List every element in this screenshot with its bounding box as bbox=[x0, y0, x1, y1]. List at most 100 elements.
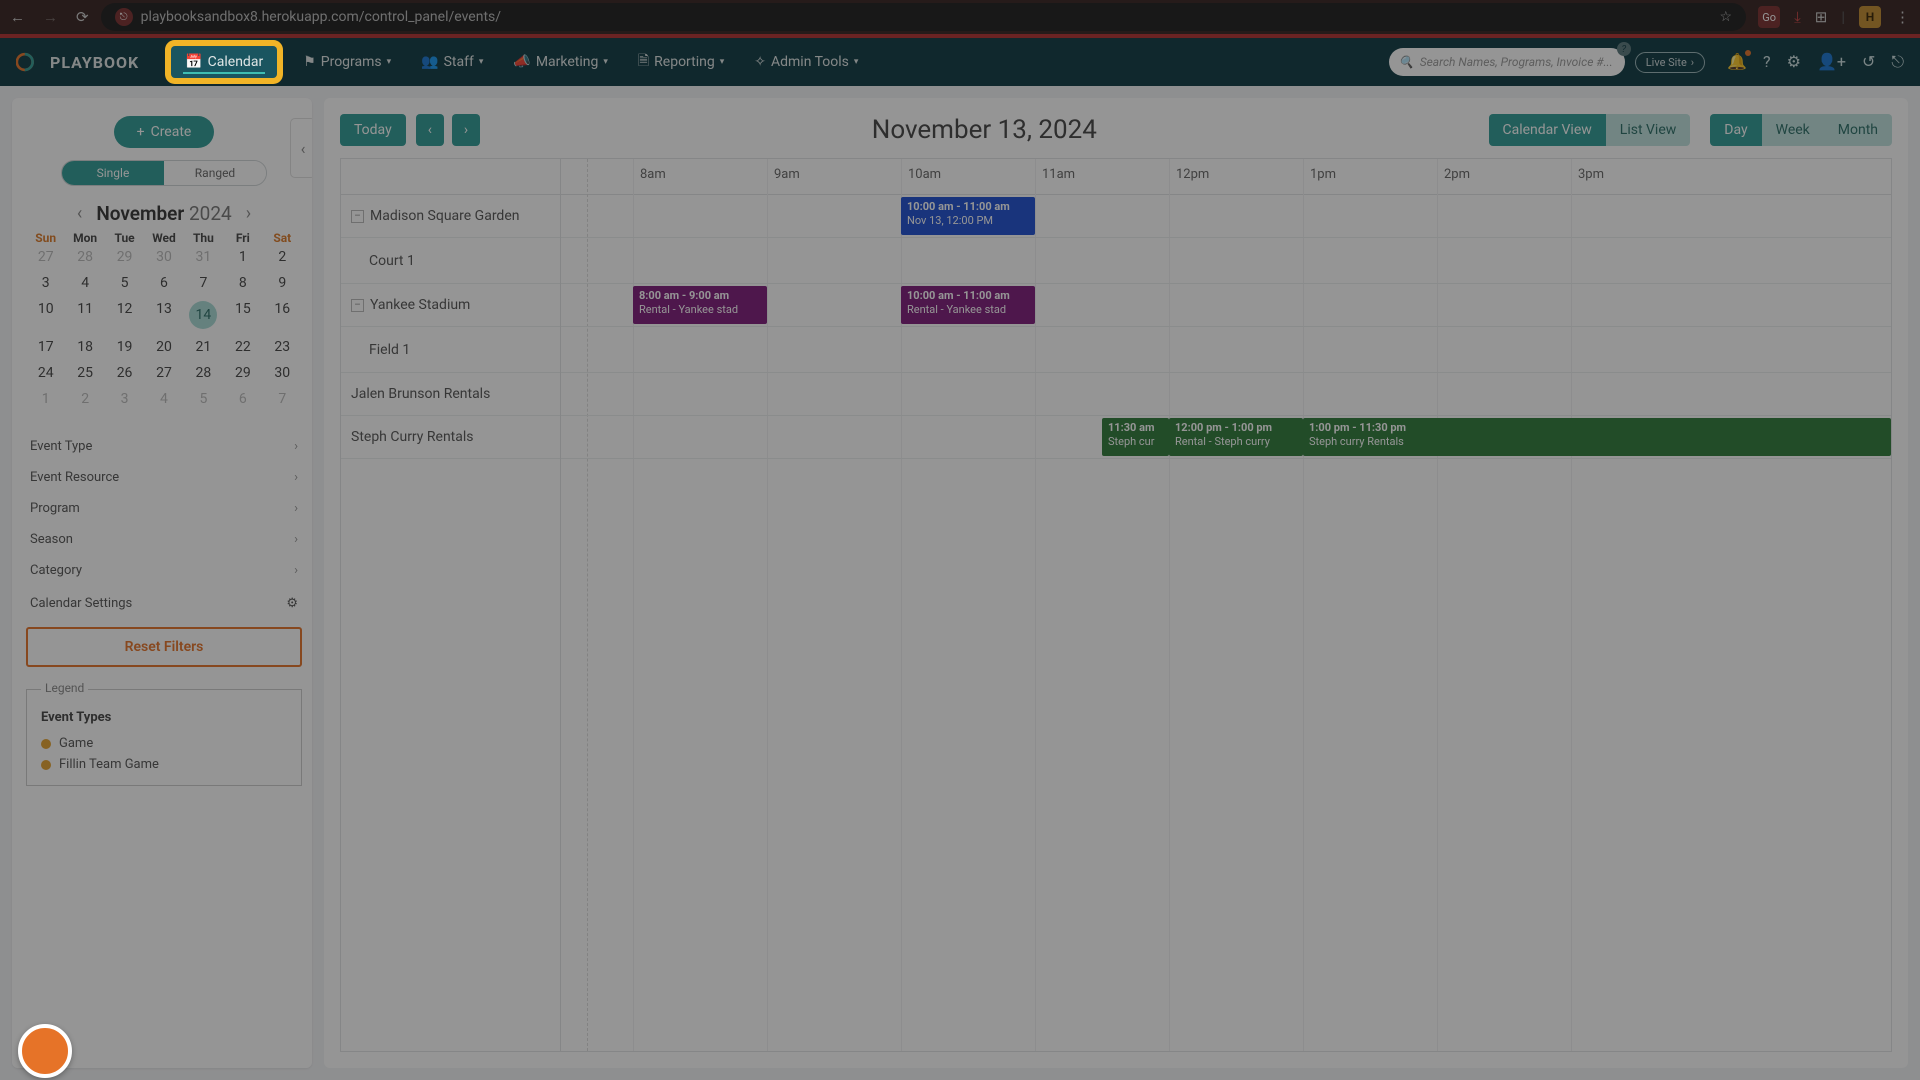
resource-row[interactable]: Steph Curry Rentals bbox=[341, 416, 560, 459]
calendar-event[interactable]: 8:00 am - 9:00 amRental - Yankee stad bbox=[633, 286, 767, 324]
app-logo[interactable]: PLAYBOOK bbox=[16, 48, 139, 76]
nav-staff[interactable]: 👥 Staff▾ bbox=[417, 48, 487, 76]
next-day-button[interactable]: › bbox=[452, 114, 480, 146]
seg-ranged[interactable]: Ranged bbox=[164, 161, 266, 185]
day-cell[interactable]: 27 bbox=[144, 365, 183, 381]
filter-row[interactable]: Event Resource› bbox=[26, 462, 302, 493]
next-month[interactable]: › bbox=[238, 203, 259, 224]
resource-row[interactable]: –Madison Square Garden bbox=[341, 195, 560, 238]
day-cell[interactable]: 24 bbox=[26, 365, 65, 381]
day-cell[interactable]: 10 bbox=[26, 301, 65, 329]
download-icon[interactable]: ⤓ bbox=[1794, 8, 1801, 26]
day-cell[interactable]: 28 bbox=[184, 365, 223, 381]
calendar-settings[interactable]: Calendar Settings ⚙ bbox=[26, 586, 302, 615]
nav-reporting[interactable]: 🗎 Reporting▾ bbox=[634, 44, 728, 80]
day-cell[interactable]: 1 bbox=[223, 249, 262, 265]
resource-row[interactable]: Court 1 bbox=[341, 238, 560, 284]
range-week[interactable]: Week bbox=[1762, 114, 1824, 146]
create-button[interactable]: + Create bbox=[114, 116, 214, 148]
collapse-handle[interactable]: ‹ bbox=[290, 118, 312, 178]
extensions-icon[interactable]: ⊞ bbox=[1815, 8, 1828, 26]
today-button[interactable]: Today bbox=[340, 114, 406, 146]
logout-icon[interactable]: ⎋ bbox=[1891, 52, 1904, 72]
resource-row[interactable]: Field 1 bbox=[341, 327, 560, 373]
filter-row[interactable]: Program› bbox=[26, 493, 302, 524]
day-cell[interactable]: 8 bbox=[223, 275, 262, 291]
schedule-row[interactable] bbox=[561, 327, 1891, 373]
help-tip-icon[interactable]: ? bbox=[1617, 42, 1631, 56]
prev-day-button[interactable]: ‹ bbox=[416, 114, 444, 146]
schedule-row[interactable]: 10:00 am - 11:00 amNov 13, 12:00 PM bbox=[561, 195, 1891, 238]
range-month[interactable]: Month bbox=[1824, 114, 1892, 146]
day-cell[interactable]: 26 bbox=[105, 365, 144, 381]
url-bar[interactable]: ⎋ playbooksandbox8.herokuapp.com/control… bbox=[101, 3, 1747, 31]
day-cell[interactable]: 23 bbox=[263, 339, 302, 355]
day-cell[interactable]: 4 bbox=[144, 391, 183, 407]
nav-calendar[interactable]: 📅 Calendar bbox=[171, 46, 277, 78]
calendar-event[interactable]: 11:30 amSteph cur bbox=[1102, 418, 1169, 456]
reload-icon[interactable]: ⟳ bbox=[76, 8, 89, 26]
day-cell[interactable]: 25 bbox=[65, 365, 104, 381]
day-cell[interactable]: 3 bbox=[26, 275, 65, 291]
filter-row[interactable]: Event Type› bbox=[26, 431, 302, 462]
calendar-event[interactable]: 1:00 pm - 11:30 pmSteph curry Rentals bbox=[1303, 418, 1891, 456]
collapse-icon[interactable]: – bbox=[351, 299, 364, 312]
nav-marketing[interactable]: 📣 Marketing▾ bbox=[509, 48, 612, 76]
day-cell[interactable]: 2 bbox=[65, 391, 104, 407]
global-search-input[interactable]: ? 🔍 Search Names, Programs, Invoice #... bbox=[1389, 48, 1625, 76]
reset-filters-button[interactable]: Reset Filters bbox=[26, 627, 302, 667]
day-cell[interactable]: 11 bbox=[65, 301, 104, 329]
day-cell[interactable]: 29 bbox=[105, 249, 144, 265]
extension-badge-icon[interactable]: Go bbox=[1758, 6, 1780, 28]
day-cell[interactable]: 30 bbox=[263, 365, 302, 381]
day-cell-today[interactable]: 14 bbox=[184, 301, 223, 329]
bell-icon[interactable]: 🔔 bbox=[1727, 52, 1747, 72]
range-day[interactable]: Day bbox=[1710, 114, 1761, 146]
calendar-view-tab[interactable]: Calendar View bbox=[1489, 114, 1606, 146]
day-cell[interactable]: 31 bbox=[184, 249, 223, 265]
day-cell[interactable]: 13 bbox=[144, 301, 183, 329]
profile-avatar[interactable]: H bbox=[1859, 6, 1881, 28]
day-cell[interactable]: 16 bbox=[263, 301, 302, 329]
live-site-button[interactable]: Live Site › bbox=[1635, 52, 1705, 73]
resource-row[interactable]: –Yankee Stadium bbox=[341, 284, 560, 327]
calendar-event[interactable]: 10:00 am - 11:00 amNov 13, 12:00 PM bbox=[901, 197, 1035, 235]
day-cell[interactable]: 6 bbox=[223, 391, 262, 407]
prev-month[interactable]: ‹ bbox=[69, 203, 90, 224]
schedule-row[interactable] bbox=[561, 373, 1891, 416]
day-cell[interactable]: 7 bbox=[263, 391, 302, 407]
day-cell[interactable]: 22 bbox=[223, 339, 262, 355]
filter-row[interactable]: Category› bbox=[26, 555, 302, 586]
menu-icon[interactable]: ⋮ bbox=[1895, 8, 1910, 26]
day-cell[interactable]: 9 bbox=[263, 275, 302, 291]
day-cell[interactable]: 21 bbox=[184, 339, 223, 355]
nav-programs[interactable]: ⚑ Programs▾ bbox=[299, 48, 395, 76]
bookmark-star-icon[interactable]: ☆ bbox=[1720, 9, 1733, 25]
list-view-tab[interactable]: List View bbox=[1606, 114, 1691, 146]
day-cell[interactable]: 12 bbox=[105, 301, 144, 329]
filter-row[interactable]: Season› bbox=[26, 524, 302, 555]
help-icon[interactable]: ? bbox=[1763, 52, 1771, 72]
day-cell[interactable]: 5 bbox=[105, 275, 144, 291]
schedule-row[interactable]: 11:30 amSteph cur12:00 pm - 1:00 pmRenta… bbox=[561, 416, 1891, 459]
add-user-icon[interactable]: 👤+ bbox=[1817, 52, 1846, 72]
gear-icon[interactable]: ⚙ bbox=[1787, 52, 1801, 72]
day-cell[interactable]: 29 bbox=[223, 365, 262, 381]
day-cell[interactable]: 6 bbox=[144, 275, 183, 291]
history-icon[interactable]: ↺ bbox=[1862, 52, 1875, 72]
day-cell[interactable]: 30 bbox=[144, 249, 183, 265]
schedule-row[interactable] bbox=[561, 238, 1891, 284]
calendar-event[interactable]: 12:00 pm - 1:00 pmRental - Steph curry bbox=[1169, 418, 1303, 456]
seg-single[interactable]: Single bbox=[62, 161, 164, 185]
collapse-icon[interactable]: – bbox=[351, 210, 364, 223]
day-cell[interactable]: 15 bbox=[223, 301, 262, 329]
day-cell[interactable]: 1 bbox=[26, 391, 65, 407]
nav-admin[interactable]: ✧ Admin Tools▾ bbox=[750, 48, 862, 76]
day-cell[interactable]: 27 bbox=[26, 249, 65, 265]
day-cell[interactable]: 19 bbox=[105, 339, 144, 355]
schedule-row[interactable]: 8:00 am - 9:00 amRental - Yankee stad10:… bbox=[561, 284, 1891, 327]
day-cell[interactable]: 4 bbox=[65, 275, 104, 291]
forward-icon[interactable]: → bbox=[43, 8, 58, 26]
resource-row[interactable]: Jalen Brunson Rentals bbox=[341, 373, 560, 416]
day-cell[interactable]: 17 bbox=[26, 339, 65, 355]
